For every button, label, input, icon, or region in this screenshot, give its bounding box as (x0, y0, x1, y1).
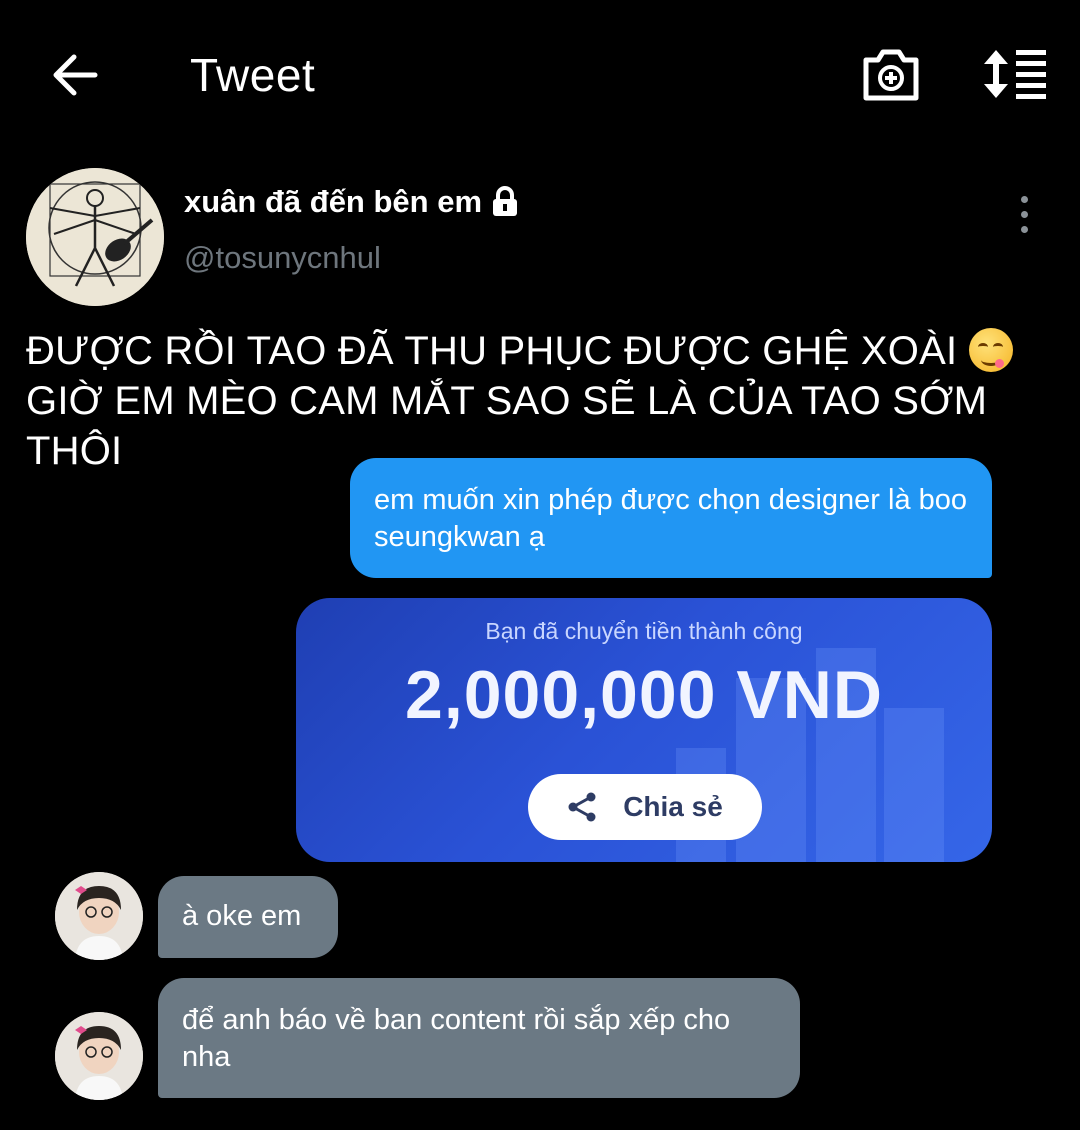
more-options-icon (1020, 195, 1028, 203)
sender-avatar (55, 1012, 143, 1100)
person-avatar-image (55, 872, 143, 960)
share-button[interactable]: Chia sẻ (528, 774, 762, 840)
author-display-name[interactable]: xuân đã đến bên em (184, 184, 520, 220)
person-avatar-image (55, 1012, 143, 1100)
display-name-text: xuân đã đến bên em (184, 184, 483, 219)
incoming-message-bubble: à oke em (158, 876, 338, 958)
author-handle[interactable]: @tosunycnhul (184, 240, 381, 276)
sort-list-icon (984, 50, 1046, 99)
tweet-text-part-1: ĐƯỢC RỒI TAO ĐÃ THU PHỤC ĐƯỢC GHỆ XOÀI (26, 329, 958, 373)
lock-icon (493, 186, 518, 216)
transfer-caption: Bạn đã chuyển tiền thành công (485, 618, 803, 644)
sort-button[interactable] (980, 44, 1052, 104)
tweet-text: ĐƯỢC RỒI TAO ĐÃ THU PHỤC ĐƯỢC GHỆ XOÀI G… (26, 326, 1066, 476)
more-options-button[interactable] (1004, 190, 1044, 238)
camera-plus-icon (863, 49, 919, 101)
arrow-left-icon (53, 54, 98, 96)
sender-avatar (55, 872, 143, 960)
camera-button[interactable] (858, 42, 924, 108)
money-transfer-card: Bạn đã chuyển tiền thành công 2,000,000 … (296, 598, 992, 862)
outgoing-message-bubble: em muốn xin phép được chọn designer là b… (350, 458, 992, 578)
page-title: Tweet (190, 49, 316, 101)
transfer-amount: 2,000,000 VND (405, 657, 883, 733)
incoming-message-bubble: để anh báo về ban content rồi sắp xếp ch… (158, 978, 800, 1098)
vitruvian-guitar-avatar-image (26, 168, 164, 306)
share-label: Chia sẻ (623, 791, 723, 822)
back-button[interactable] (40, 40, 110, 110)
author-avatar[interactable] (26, 168, 164, 306)
face-savoring-food-emoji-icon (968, 328, 1013, 372)
share-icon (568, 792, 596, 822)
